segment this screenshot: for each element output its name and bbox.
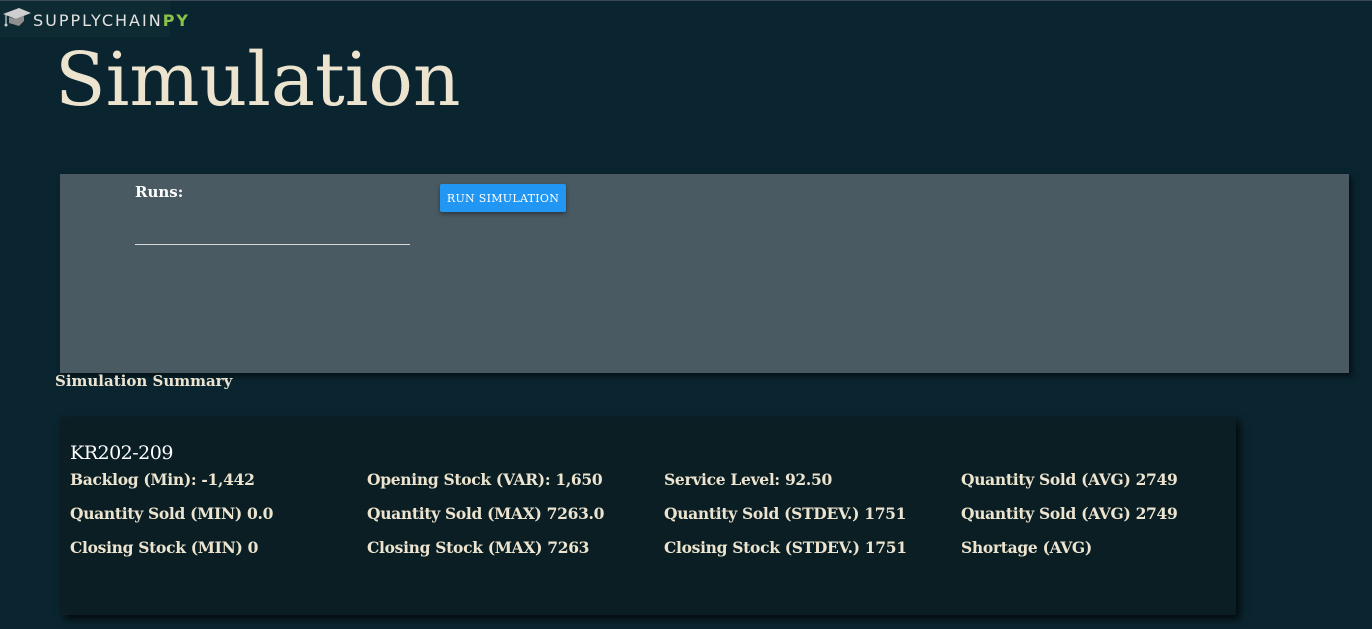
- stat-service-level: Service Level: 92.50: [664, 470, 832, 489]
- stat-closing-stock-max: Closing Stock (MAX) 7263: [367, 538, 590, 557]
- stat-quantity-sold-stdev: Quantity Sold (STDEV.) 1751: [664, 504, 907, 523]
- runs-input[interactable]: [135, 214, 410, 245]
- logo[interactable]: SUPPLYCHAINPY: [0, 1, 188, 37]
- summary-card: KR202-209 Backlog (Min): -1,442 Opening …: [60, 417, 1236, 615]
- run-simulation-button[interactable]: RUN SIMULATION: [440, 184, 566, 212]
- graduation-cap-icon: [2, 5, 32, 33]
- stat-closing-stock-min: Closing Stock (MIN) 0: [70, 538, 259, 557]
- simulation-summary-heading: Simulation Summary: [55, 372, 233, 390]
- logo-text-accent: PY: [162, 10, 190, 30]
- stat-opening-stock-var: Opening Stock (VAR): 1,650: [367, 470, 603, 489]
- page-title: Simulation: [55, 37, 461, 123]
- runs-label: Runs:: [135, 183, 184, 201]
- stat-quantity-sold-max: Quantity Sold (MAX) 7263.0: [367, 504, 605, 523]
- stat-quantity-sold-avg: Quantity Sold (AVG) 2749: [961, 470, 1178, 489]
- stat-quantity-sold-avg-2: Quantity Sold (AVG) 2749: [961, 504, 1178, 523]
- card-title: KR202-209: [70, 442, 173, 464]
- stat-closing-stock-stdev: Closing Stock (STDEV.) 1751: [664, 538, 907, 557]
- stats-grid: Backlog (Min): -1,442 Opening Stock (VAR…: [70, 470, 1221, 572]
- stat-backlog-min: Backlog (Min): -1,442: [70, 470, 255, 489]
- simulation-control-panel: Runs: RUN SIMULATION: [60, 174, 1349, 373]
- logo-text-main: SUPPLYCHAIN: [33, 10, 163, 30]
- stat-shortage-avg: Shortage (AVG): [961, 538, 1092, 557]
- stat-quantity-sold-min: Quantity Sold (MIN) 0.0: [70, 504, 274, 523]
- logo-text: SUPPLYCHAINPY: [33, 11, 190, 30]
